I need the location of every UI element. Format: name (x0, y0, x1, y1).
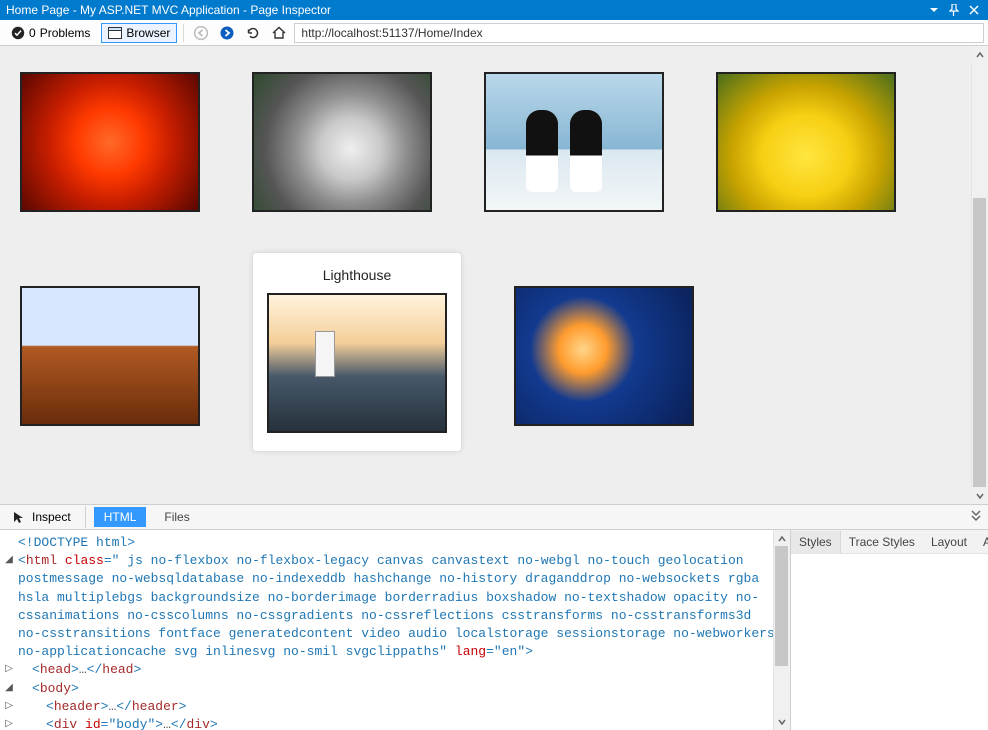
pin-button[interactable] (946, 2, 962, 18)
toolbar-separator (183, 24, 184, 42)
tree-expander[interactable]: ◢ (4, 554, 14, 568)
gallery-image[interactable] (20, 72, 200, 212)
gallery-image[interactable] (20, 286, 200, 426)
browser-toggle-label: Browser (126, 26, 170, 40)
tab-html[interactable]: HTML (94, 507, 147, 527)
styles-tabs: Styles Trace Styles Layout Att (791, 530, 988, 554)
toolbar: 0 Problems Browser http://localhost:5113… (0, 20, 988, 46)
separator (85, 506, 86, 528)
address-bar[interactable]: http://localhost:51137/Home/Index (294, 23, 984, 43)
tree-expander[interactable]: ▷ (4, 718, 14, 730)
chevron-up-icon (777, 534, 787, 544)
window-menu-button[interactable] (926, 2, 942, 18)
window-title: Home Page - My ASP.NET MVC Application -… (6, 3, 922, 17)
html-source-pane[interactable]: <!DOCTYPE html> ◢ <html class=" js no-fl… (0, 530, 790, 730)
arrow-right-circle-icon (219, 25, 235, 41)
gallery-image[interactable] (514, 286, 694, 426)
inspector-toolbar: Inspect HTML Files (0, 504, 988, 530)
gallery-card-hovered[interactable]: Lighthouse (252, 252, 462, 452)
close-button[interactable] (966, 2, 982, 18)
double-chevron-down-icon (970, 509, 982, 523)
tab-trace-styles[interactable]: Trace Styles (841, 531, 923, 553)
gallery: Lighthouse (0, 46, 960, 478)
problems-label: Problems (40, 26, 91, 40)
check-circle-icon (11, 26, 25, 40)
browser-icon (108, 27, 122, 39)
chevron-down-icon (777, 717, 787, 727)
attr-lang-name: lang (455, 644, 486, 659)
home-button[interactable] (268, 22, 290, 44)
arrow-left-circle-icon (193, 25, 209, 41)
tab-layout[interactable]: Layout (923, 531, 975, 553)
tab-files[interactable]: Files (154, 507, 199, 527)
styles-body (791, 554, 988, 730)
scroll-up-button[interactable] (773, 530, 790, 547)
styles-pane: Styles Trace Styles Layout Att (790, 530, 988, 730)
problems-count: 0 (29, 26, 36, 40)
gallery-image[interactable] (252, 72, 432, 212)
gallery-image[interactable] (267, 293, 447, 433)
expand-collapse-button[interactable] (970, 509, 982, 526)
attr-id-name: id (85, 717, 101, 730)
attr-class-name: class (65, 553, 104, 568)
gallery-card-caption: Lighthouse (267, 261, 447, 293)
inspector-bottom: <!DOCTYPE html> ◢ <html class=" js no-fl… (0, 530, 988, 730)
tree-expander[interactable]: ▷ (4, 700, 14, 714)
nav-back-button[interactable] (190, 22, 212, 44)
tree-expander[interactable]: ◢ (4, 682, 14, 696)
scroll-down-button[interactable] (971, 487, 988, 504)
problems-indicator[interactable]: 0 Problems (4, 23, 97, 43)
chevron-down-icon (975, 491, 985, 501)
nav-forward-button[interactable] (216, 22, 238, 44)
scroll-thumb[interactable] (973, 198, 986, 488)
tab-att[interactable]: Att (975, 531, 988, 553)
refresh-button[interactable] (242, 22, 264, 44)
browser-toggle[interactable]: Browser (101, 23, 177, 43)
home-icon (271, 25, 287, 41)
refresh-icon (245, 25, 261, 41)
code-scrollbar[interactable] (773, 530, 790, 730)
scroll-up-button[interactable] (971, 46, 988, 63)
gallery-image[interactable] (484, 72, 664, 212)
inspect-cursor-icon (12, 510, 26, 524)
inspect-label: Inspect (32, 510, 71, 524)
chevron-up-icon (975, 50, 985, 60)
scroll-down-button[interactable] (773, 713, 790, 730)
title-bar: Home Page - My ASP.NET MVC Application -… (0, 0, 988, 20)
code-doctype: <!DOCTYPE html> (18, 535, 135, 550)
attr-class-value: js no-flexbox no-flexbox-legacy canvas c… (18, 553, 775, 659)
address-text: http://localhost:51137/Home/Index (301, 26, 482, 40)
tab-styles[interactable]: Styles (791, 531, 841, 553)
browser-preview: Lighthouse (0, 46, 988, 504)
attr-id-value: body (116, 717, 147, 730)
tree-expander[interactable]: ▷ (4, 663, 14, 677)
inspect-button[interactable]: Inspect (6, 507, 77, 527)
attr-lang-value: en (502, 644, 518, 659)
gallery-image[interactable] (716, 72, 896, 212)
scroll-thumb[interactable] (775, 546, 788, 666)
preview-scrollbar[interactable] (971, 46, 988, 504)
